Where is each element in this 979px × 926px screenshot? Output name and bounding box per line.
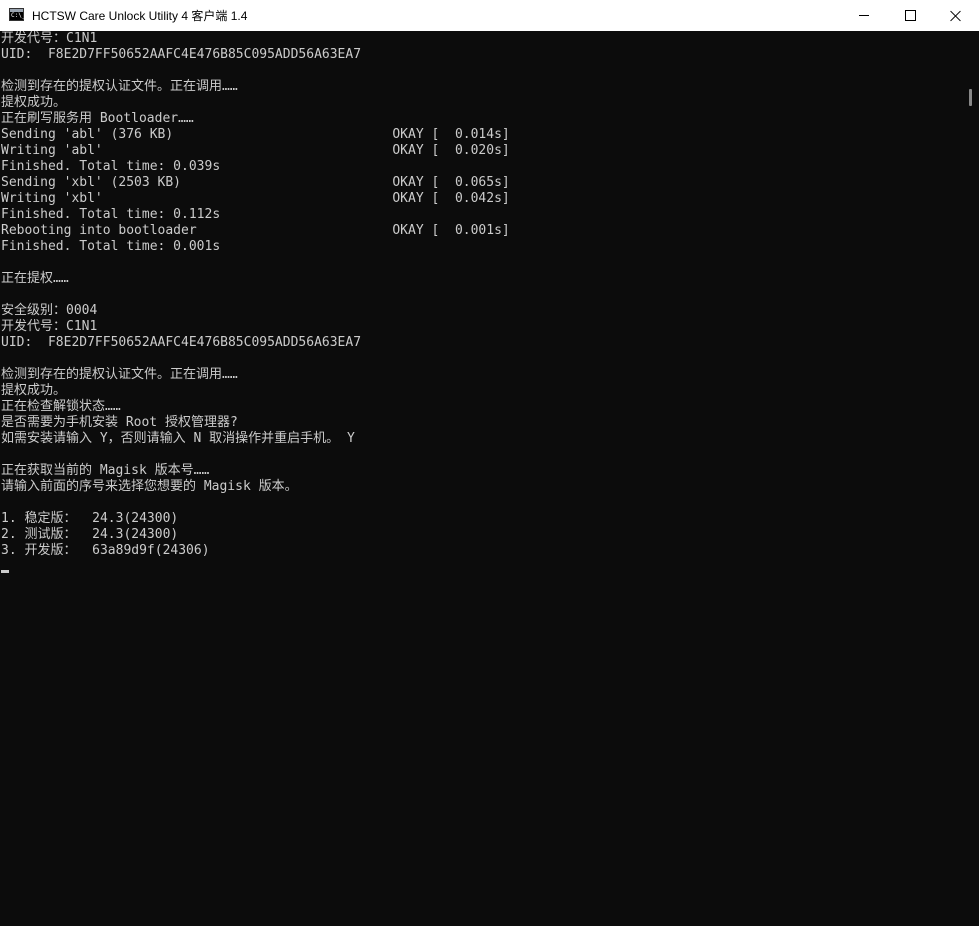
close-button[interactable] — [933, 0, 979, 31]
console-line: Finished. Total time: 0.039s — [1, 159, 221, 174]
console-line: UID: F8E2D7FF50652AAFC4E476B85C095ADD56A… — [1, 335, 362, 350]
console-line: Rebooting into bootloader OKAY [ 0.001s] — [1, 223, 510, 238]
console-line: UID: F8E2D7FF50652AAFC4E476B85C095ADD56A… — [1, 47, 362, 62]
console-line: 2. 测试版： 24.3(24300) — [1, 527, 179, 542]
scrollbar-thumb[interactable] — [969, 89, 972, 106]
console-line: 3. 开发版： 63a89d9f(24306) — [1, 543, 210, 558]
console-app-icon[interactable]: C:\_ — [9, 8, 26, 21]
console-line: 提权成功。 — [1, 95, 67, 110]
console-line: 提权成功。 — [1, 383, 67, 398]
console-line: Writing 'xbl' OKAY [ 0.042s] — [1, 191, 510, 206]
console-line: 检测到存在的提权认证文件。正在调用…… — [1, 79, 238, 94]
title-bar[interactable]: C:\_ HCTSW Care Unlock Utility 4 客户端 1.4 — [0, 0, 979, 31]
maximize-button[interactable] — [887, 0, 933, 31]
console-line: 正在检查解锁状态…… — [1, 399, 121, 414]
text-cursor — [1, 570, 9, 573]
console-line: 如需安装请输入 Y，否则请输入 N 取消操作并重启手机。 Y — [1, 431, 355, 446]
console-line: 请输入前面的序号来选择您想要的 Magisk 版本。 — [1, 479, 298, 494]
console-line: Sending 'abl' (376 KB) OKAY [ 0.014s] — [1, 127, 510, 142]
window-title: HCTSW Care Unlock Utility 4 客户端 1.4 — [32, 9, 248, 23]
console-line: 开发代号：C1N1 — [1, 31, 98, 46]
console-line: 开发代号：C1N1 — [1, 319, 98, 334]
console-line: 检测到存在的提权认证文件。正在调用…… — [1, 367, 238, 382]
maximize-icon — [904, 10, 916, 21]
console-text: 开发代号：C1N1 UID: F8E2D7FF50652AAFC4E476B85C… — [1, 31, 510, 559]
console-line: Finished. Total time: 0.112s — [1, 207, 221, 222]
console-line: 正在提权…… — [1, 271, 69, 286]
app-icon-label: C:\_ — [11, 12, 26, 19]
close-icon — [950, 10, 962, 22]
minimize-icon — [859, 15, 869, 16]
console-line: 1. 稳定版： 24.3(24300) — [1, 511, 179, 526]
minimize-button[interactable] — [841, 0, 887, 31]
console-line: 正在刷写服务用 Bootloader…… — [1, 111, 194, 126]
console-line: 安全级别：0004 — [1, 303, 98, 318]
console-line: 正在获取当前的 Magisk 版本号…… — [1, 463, 210, 478]
console-window: C:\_ HCTSW Care Unlock Utility 4 客户端 1.4… — [0, 0, 979, 926]
console-line: Sending 'xbl' (2503 KB) OKAY [ 0.065s] — [1, 175, 510, 190]
console-line: 是否需要为手机安装 Root 授权管理器? — [1, 415, 238, 430]
vertical-scrollbar[interactable] — [964, 31, 979, 926]
console-output[interactable]: 开发代号：C1N1 UID: F8E2D7FF50652AAFC4E476B85C… — [0, 31, 964, 926]
console-line: Writing 'abl' OKAY [ 0.020s] — [1, 143, 510, 158]
console-line: Finished. Total time: 0.001s — [1, 239, 221, 254]
